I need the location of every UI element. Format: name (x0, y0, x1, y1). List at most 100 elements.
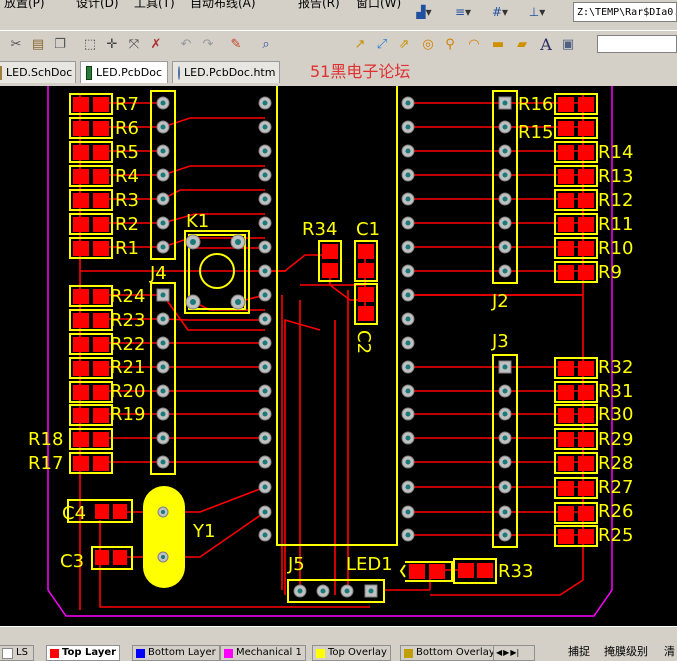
tab-label: LED.PcbDoc (96, 65, 162, 79)
mask-level-button[interactable]: 掩膜级别 (604, 645, 648, 659)
browse-components-icon[interactable]: ⌕ (258, 37, 274, 53)
place-fill-icon[interactable]: ▬ (490, 37, 506, 53)
menu-tools[interactable]: 工具(T) (134, 0, 175, 11)
label-j4: J4 (149, 263, 167, 284)
layer-color-swatch (316, 648, 325, 658)
layer-color-swatch (2, 647, 13, 659)
label-r24: R24 (110, 286, 145, 307)
label-c4: C4 (62, 503, 86, 524)
component-icon[interactable]: ▣ (560, 37, 576, 53)
redo-icon[interactable]: ↷ (200, 37, 216, 53)
label-r11: R11 (598, 214, 633, 235)
label-r16: R16 (518, 94, 553, 115)
label-r33: R33 (498, 561, 533, 582)
cut-icon[interactable]: ✂ (8, 37, 24, 53)
label-r7: R7 (115, 94, 139, 115)
tab-led-pcbdoc[interactable]: LED.PcbDoc (80, 61, 168, 83)
label-r1: R1 (115, 238, 139, 259)
layer-color-swatch (224, 648, 233, 658)
pcb-canvas[interactable]: R7 R6 R5 R4 R3 R2 R1 R24 R23 R22 R21 R20… (0, 86, 677, 626)
label-r31: R31 (598, 381, 633, 402)
label-r17: R17 (28, 453, 63, 474)
toolbar-search-field[interactable] (597, 35, 677, 53)
label-r14: R14 (598, 142, 633, 163)
tab-label: LED.PcbDoc.htm (184, 65, 276, 79)
scroll-left-icon[interactable]: ◀ (496, 646, 502, 660)
deselect-icon[interactable]: ✗ (148, 37, 164, 53)
label-c1: C1 (356, 219, 380, 240)
layer-tab-top-overlay[interactable]: Top Overlay (312, 645, 391, 661)
align-dropdown[interactable]: ≡ ▾ (448, 3, 478, 21)
tab-led-pcbdoc-htm[interactable]: LED.PcbDoc.htm (172, 61, 280, 83)
label-r26: R26 (598, 501, 633, 522)
tab-led-schdoc[interactable]: LED.SchDoc (0, 61, 76, 83)
document-path-field[interactable]: Z:\TEMP\Rar$DIa0. (573, 2, 677, 22)
room-icon: ⊥ (528, 5, 540, 19)
label-led1: LED1 (346, 554, 393, 575)
clear-button[interactable]: 清 (664, 645, 675, 659)
layer-tab-bottom-overlay[interactable]: Bottom Overlay (400, 645, 499, 661)
interactive-route-icon[interactable]: ↗ (352, 37, 368, 53)
layer-tab-top-layer[interactable]: Top Layer (46, 645, 121, 661)
label-r19: R19 (110, 404, 145, 425)
menu-reports[interactable]: 报告(R) (298, 0, 340, 11)
layer-color-swatch (50, 648, 59, 658)
copy-icon[interactable]: ❐ (52, 37, 68, 53)
label-r2: R2 (115, 214, 139, 235)
label-r5: R5 (115, 142, 139, 163)
label-y1: Y1 (192, 521, 215, 542)
label-r30: R30 (598, 404, 633, 425)
label-r18: R18 (28, 429, 63, 450)
scroll-right-icon[interactable]: ▶ (503, 646, 509, 660)
menu-design[interactable]: 设计(D) (76, 0, 119, 11)
label-r22: R22 (110, 334, 145, 355)
html-doc-icon (178, 65, 180, 80)
label-r28: R28 (598, 453, 633, 474)
menu-window[interactable]: 窗口(W) (356, 0, 401, 11)
layer-tab-bottom-layer[interactable]: Bottom Layer (132, 645, 220, 661)
layer-set-label: LS (16, 647, 28, 658)
pcb-doc-icon (86, 65, 93, 80)
grid-dropdown[interactable]: # ▾ (486, 3, 514, 21)
menu-autoroute[interactable]: 自动布线(A) (190, 0, 256, 11)
layer-tab-mechanical-1[interactable]: Mechanical 1 (220, 645, 306, 661)
label-r6: R6 (115, 118, 139, 139)
main-toolbar: ✂ ▤ ❐ ⬚ ✛ ⤧ ✗ ↶ ↷ ✎ ⌕ ↗ ⤢ ⇗ ◎ ⚲ ◠ ▬ ▰ A … (0, 30, 677, 60)
room-dropdown[interactable]: ⊥ ▾ (522, 3, 552, 21)
crystal-y1-body[interactable] (143, 486, 185, 588)
cross-probe-icon[interactable]: ✎ (228, 37, 244, 53)
label-r13: R13 (598, 166, 633, 187)
layer-set-button[interactable]: LS (0, 645, 34, 661)
scroll-end-icon[interactable]: ▶| (510, 646, 519, 660)
layer-tab-bar: LS Top Layer Bottom Layer Mechanical 1 T… (0, 626, 677, 661)
menu-place[interactable]: 放置(P) (4, 0, 45, 11)
move-icon[interactable]: ✛ (104, 37, 120, 53)
align-icon: ≡ (454, 5, 466, 19)
pcb-drawing[interactable]: R7 R6 R5 R4 R3 R2 R1 R24 R23 R22 R21 R20… (0, 86, 677, 626)
route-diff-pair-icon[interactable]: ⤢ (374, 37, 390, 53)
undo-icon[interactable]: ↶ (178, 37, 194, 53)
select-area-icon[interactable]: ⬚ (82, 37, 98, 53)
document-tabs: LED.SchDoc LED.PcbDoc LED.PcbDoc.htm 51黑… (0, 58, 677, 86)
multi-route-icon[interactable]: ⇗ (396, 37, 412, 53)
place-string-icon[interactable]: A (538, 37, 554, 53)
schematic-doc-icon (0, 65, 2, 80)
label-r12: R12 (598, 190, 633, 211)
snap-button[interactable]: 捕捉 (568, 645, 590, 659)
measure-dropdown[interactable]: ▟ ▾ (410, 3, 438, 21)
label-r27: R27 (598, 477, 633, 498)
label-r25: R25 (598, 525, 633, 546)
layer-scroll-controls[interactable]: ◀ ▶ ▶| (493, 645, 535, 661)
layer-tab-label: Top Layer (62, 647, 117, 658)
place-polygon-icon[interactable]: ▰ (514, 37, 530, 53)
paste-icon[interactable]: ▤ (30, 37, 46, 53)
place-arc-icon[interactable]: ◠ (466, 37, 482, 53)
place-via-icon[interactable]: ⚲ (442, 37, 458, 53)
label-r23: R23 (110, 310, 145, 331)
ruler-icon: ▟ (416, 5, 426, 19)
label-k1: K1 (186, 211, 209, 232)
place-pad-icon[interactable]: ◎ (420, 37, 436, 53)
move-selection-icon[interactable]: ⤧ (126, 37, 142, 53)
label-r32: R32 (598, 357, 633, 378)
label-c2: C2 (353, 330, 374, 354)
